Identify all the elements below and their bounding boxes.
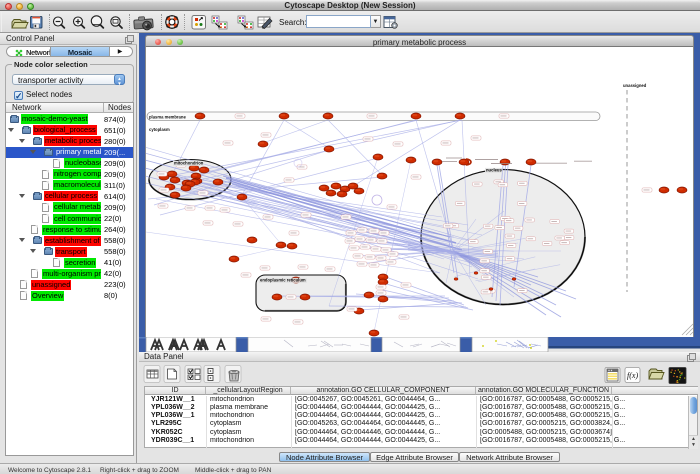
svg-text:f(x): f(x): [627, 371, 638, 380]
svg-text:plasma membrane: plasma membrane: [149, 115, 186, 120]
svg-text:mitochondrion: mitochondrion: [174, 161, 204, 166]
svg-text:unassigned: unassigned: [623, 83, 647, 88]
svg-text:endoplasmic reticulum: endoplasmic reticulum: [260, 278, 306, 283]
svg-text:cytoplasm: cytoplasm: [149, 127, 170, 132]
svg-text:nucleus: nucleus: [486, 168, 502, 173]
